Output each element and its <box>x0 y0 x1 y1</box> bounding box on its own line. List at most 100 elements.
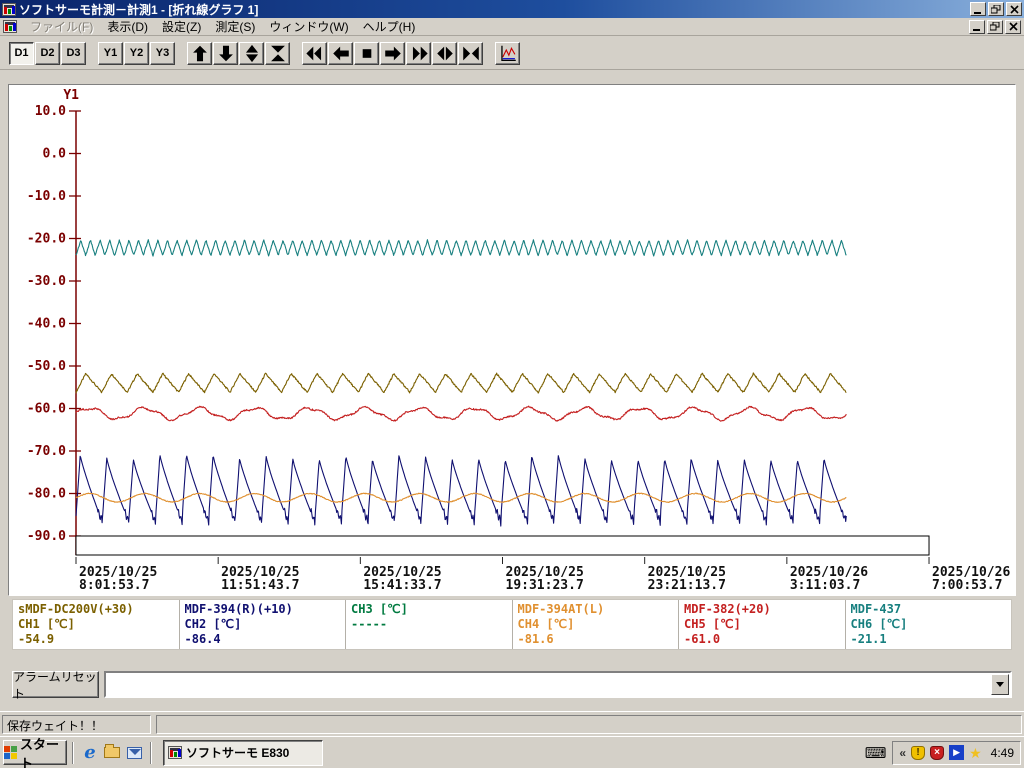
svg-text:0.0: 0.0 <box>43 147 67 162</box>
d2-button[interactable]: D2 <box>35 41 60 65</box>
favorites-star-icon[interactable]: ★ <box>969 746 982 760</box>
alarm-dropdown[interactable] <box>104 671 1012 698</box>
double-left-icon <box>305 44 325 63</box>
close-button[interactable] <box>1006 2 1022 16</box>
arrow-left-icon <box>331 44 351 63</box>
app-icon <box>2 2 16 16</box>
d1-button[interactable]: D1 <box>9 41 34 65</box>
minimize-button[interactable] <box>970 2 986 16</box>
ch6-value: -21.1 <box>850 632 887 646</box>
stop-button[interactable] <box>354 41 379 65</box>
ch6-unit: CH6 [℃] <box>850 617 908 631</box>
internet-explorer-icon: e <box>84 741 96 763</box>
ch2-value: -86.4 <box>184 632 221 646</box>
svg-text:3:11:03.7: 3:11:03.7 <box>790 578 860 593</box>
ch2-name: MDF-394(R)(+10) <box>184 602 293 616</box>
security-error-icon[interactable]: × <box>930 745 945 760</box>
status-panel-secondary <box>156 715 1022 734</box>
graph-view-button[interactable] <box>495 41 520 65</box>
line-graph-icon <box>498 44 518 63</box>
svg-text:-20.0: -20.0 <box>27 232 66 247</box>
fast-forward-button[interactable] <box>406 41 431 65</box>
menu-view[interactable]: 表示(D) <box>100 17 155 36</box>
menu-help[interactable]: ヘルプ(H) <box>356 17 423 36</box>
menu-settings[interactable]: 設定(Z) <box>155 17 208 36</box>
keyboard-icon[interactable]: ⌨ <box>865 744 887 762</box>
step-left-button[interactable] <box>328 41 353 65</box>
svg-text:15:41:33.7: 15:41:33.7 <box>363 578 441 593</box>
svg-text:11:51:43.7: 11:51:43.7 <box>221 578 299 593</box>
expand-vertical-button[interactable] <box>239 41 264 65</box>
d3-button[interactable]: D3 <box>61 41 86 65</box>
task-button-softthermo[interactable]: ソフトサーモ E830 <box>163 739 323 766</box>
svg-text:-90.0: -90.0 <box>27 529 66 544</box>
system-tray: ⌨ « ! × ▶ ★ 4:49 <box>865 740 1024 765</box>
windows-logo-icon <box>4 746 17 759</box>
chart-panel: Y1 10.0 0.0 -10.0 -20.0 -30.0 -40.0 -50.0 -60.0 -… <box>8 84 1016 596</box>
mdi-close-button[interactable] <box>1005 19 1021 34</box>
ch3-value: ----- <box>351 617 388 631</box>
taskbar-separator <box>150 741 152 764</box>
quicklaunch-folder-button[interactable] <box>101 742 123 764</box>
series-ch1 <box>75 372 847 394</box>
security-warning-icon[interactable]: ! <box>911 745 926 760</box>
legend-cell-ch5: MDF-382(+20) CH5 [℃] -61.0 <box>679 600 846 649</box>
titlebar: ソフトサーモ計測－計測1 - [折れ線グラフ 1] <box>0 0 1024 18</box>
ch5-unit: CH5 [℃] <box>684 617 741 631</box>
ch6-name: MDF-437 <box>850 602 902 616</box>
series-ch2 <box>75 455 847 527</box>
scroll-up-button[interactable] <box>187 41 212 65</box>
y2-button[interactable]: Y2 <box>124 41 149 65</box>
restore-button[interactable] <box>988 2 1004 16</box>
svg-text:-70.0: -70.0 <box>27 444 66 459</box>
media-play-icon[interactable]: ▶ <box>949 745 965 760</box>
menu-window[interactable]: ウィンドウ(W) <box>262 17 355 36</box>
legend-cell-ch3: CH3 [℃] ----- <box>346 600 513 649</box>
double-right-icon <box>409 44 429 63</box>
tray-box: « ! × ▶ ★ 4:49 <box>892 740 1021 765</box>
menu-measure[interactable]: 測定(S) <box>208 17 262 36</box>
stop-icon <box>357 44 377 63</box>
svg-text:-60.0: -60.0 <box>27 402 66 417</box>
compress-horizontal-button[interactable] <box>458 41 483 65</box>
mdi-minimize-button[interactable] <box>969 19 985 34</box>
legend-cell-ch4: MDF-394AT(L) CH4 [℃] -81.6 <box>513 600 679 649</box>
expand-vertical-icon <box>242 44 262 63</box>
legend-cell-ch2: MDF-394(R)(+10) CH2 [℃] -86.4 <box>180 600 346 649</box>
ch2-unit: CH2 [℃] <box>184 617 242 631</box>
window-title: ソフトサーモ計測－計測1 - [折れ線グラフ 1] <box>19 2 259 17</box>
alarm-reset-button[interactable]: アラームリセット <box>12 670 99 701</box>
time-range-box[interactable] <box>75 535 930 556</box>
series-ch5 <box>75 405 847 422</box>
fast-rewind-button[interactable] <box>302 41 327 65</box>
arrow-down-icon <box>216 44 236 63</box>
svg-text:10.0: 10.0 <box>35 104 66 119</box>
mail-icon <box>126 746 142 759</box>
compress-horizontal-icon <box>461 44 481 63</box>
desktop: { "window": { "title": "ソフトサーモ計測－計測1 - [… <box>0 0 1024 768</box>
task-app-icon <box>168 746 182 759</box>
ch4-name: MDF-394AT(L) <box>517 602 605 616</box>
svg-text:23:21:13.7: 23:21:13.7 <box>648 578 726 593</box>
series-ch6 <box>75 239 847 257</box>
svg-text:7:00:53.7: 7:00:53.7 <box>932 578 1002 593</box>
ch4-unit: CH4 [℃] <box>517 617 575 631</box>
scroll-down-button[interactable] <box>213 41 238 65</box>
step-right-button[interactable] <box>380 41 405 65</box>
folder-icon <box>104 744 120 758</box>
start-button[interactable]: スタート <box>3 737 67 768</box>
menu-file[interactable]: ファイル(F) <box>23 17 100 36</box>
arrow-up-icon <box>190 44 210 63</box>
quicklaunch-mail-button[interactable] <box>123 742 145 764</box>
tray-chevron-icon[interactable]: « <box>899 746 906 760</box>
expand-horizontal-button[interactable] <box>432 41 457 65</box>
ch1-name: sMDF-DC200V(+30) <box>18 602 134 616</box>
compress-vertical-button[interactable] <box>265 41 290 65</box>
mdi-restore-button[interactable] <box>987 19 1003 34</box>
dropdown-arrow-icon[interactable] <box>991 674 1009 695</box>
svg-text:8:01:53.7: 8:01:53.7 <box>79 578 149 593</box>
y3-button[interactable]: Y3 <box>150 41 175 65</box>
quicklaunch-ie-button[interactable]: e <box>79 742 101 764</box>
channel-legend: sMDF-DC200V(+30) CH1 [℃] -54.9 MDF-394(R… <box>12 599 1012 650</box>
y1-button[interactable]: Y1 <box>98 41 123 65</box>
